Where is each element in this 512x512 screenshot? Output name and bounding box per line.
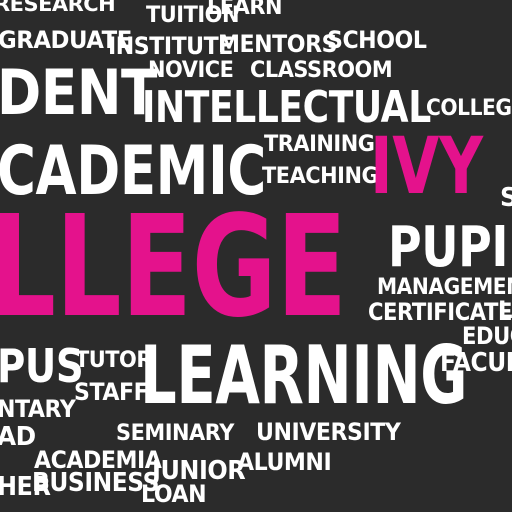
word-management: MANAGEMENT — [377, 275, 512, 300]
word-teaching: TEACHING — [262, 164, 379, 189]
word-learn: LEARN — [207, 0, 282, 20]
word-collegia: COLLEGIA — [426, 96, 512, 121]
word-educ: EDUC — [462, 322, 512, 350]
word-school: SCHOOL — [327, 26, 427, 54]
word-ad: AD — [0, 422, 36, 452]
word-certificate: CERTIFICATE — [368, 298, 512, 326]
word-elementary: NTARY — [0, 395, 76, 423]
word-classroom: CLASSROOM — [250, 58, 393, 83]
word-institute: INSTITUTE — [108, 32, 233, 60]
word-learning: LEARNING — [140, 329, 468, 422]
word-novice: NOVICE — [148, 58, 234, 83]
word-loan: LOAN — [141, 480, 207, 508]
word-facult: FACULT — [440, 348, 512, 378]
word-mentors: MENTORS — [218, 30, 338, 58]
word-ivy: IVY — [370, 122, 483, 212]
word-university: UNIVERSITY — [256, 418, 401, 446]
word-l: L — [498, 296, 512, 324]
word-college: LLEGE — [0, 186, 347, 349]
word-pupil: PUPIL — [388, 215, 512, 280]
word-alumni: ALUMNI — [237, 448, 332, 476]
word-business: BUSINESS — [32, 468, 160, 498]
word-seminary: SEMINARY — [116, 421, 234, 446]
word-dent: DENT — [0, 56, 157, 129]
word-staff: STAFF — [74, 378, 149, 406]
word-campus: PUS — [0, 339, 84, 393]
word-s: S — [500, 185, 512, 211]
word-training: TRAINING — [264, 132, 375, 157]
word-research: RESEARCH — [0, 0, 116, 16]
word-cloud: RESEARCH TUITION LEARN GRADUATE INSTITUTE MEN… — [0, 0, 512, 512]
